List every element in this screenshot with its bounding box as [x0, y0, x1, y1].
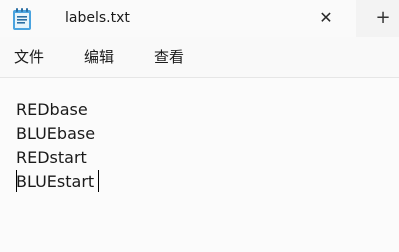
editor-line: REDstart	[16, 148, 87, 167]
text-editor[interactable]: REDbase BLUEbase REDstart BLUEstart	[0, 78, 399, 252]
title-bar: labels.txt ✕ +	[0, 0, 399, 37]
new-tab-icon[interactable]: +	[372, 7, 394, 29]
menu-bar: 文件 编辑 查看	[0, 37, 399, 78]
menu-edit[interactable]: 编辑	[84, 47, 114, 67]
editor-line: REDbase	[16, 100, 88, 119]
close-icon[interactable]: ✕	[316, 8, 336, 28]
menu-file[interactable]: 文件	[14, 47, 44, 67]
editor-line: BLUEbase	[16, 124, 96, 143]
menu-view[interactable]: 查看	[154, 47, 184, 67]
tab-labels-txt[interactable]: labels.txt ✕	[0, 0, 356, 37]
editor-line: BLUEstart	[16, 172, 95, 191]
tab-title: labels.txt	[65, 10, 130, 26]
notepad-icon	[10, 7, 34, 31]
selection-start-caret	[16, 170, 17, 192]
text-caret	[98, 170, 99, 192]
